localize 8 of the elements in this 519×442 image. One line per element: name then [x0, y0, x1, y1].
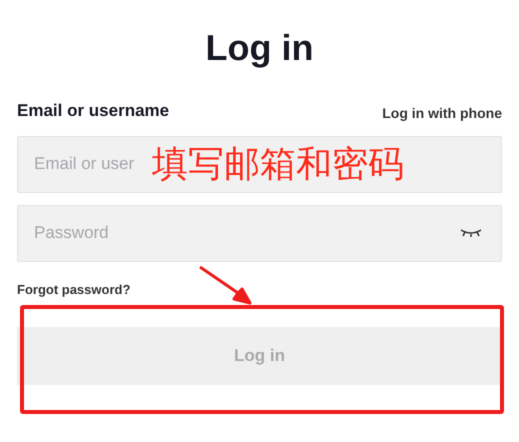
annotation-arrow — [198, 265, 252, 305]
hidden-eye-icon[interactable] — [460, 228, 482, 238]
phone-login-link[interactable]: Log in with phone — [382, 102, 502, 124]
annotation-text: 填写邮箱和密码 — [152, 142, 404, 186]
page-title: Log in — [206, 26, 314, 70]
forgot-password-link[interactable]: Forgot password? — [17, 280, 130, 299]
password-field[interactable]: Password — [17, 204, 502, 262]
field-label: Email or username — [17, 100, 170, 122]
